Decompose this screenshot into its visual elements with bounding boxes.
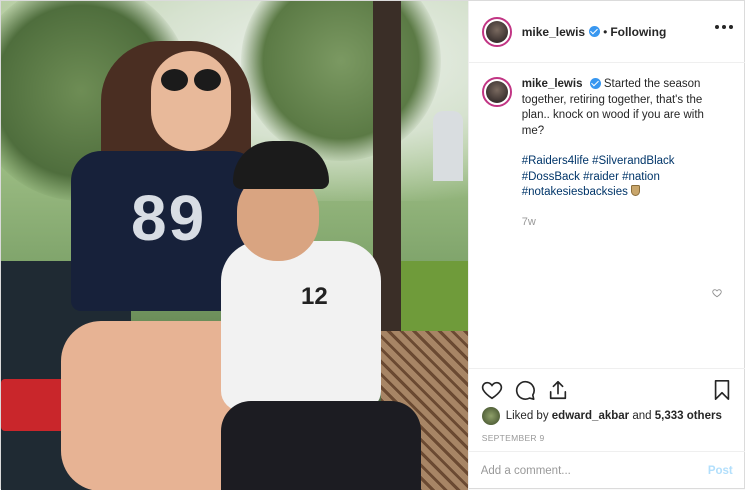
bookmark-icon[interactable] [711, 379, 733, 401]
post-comment-button[interactable]: Post [708, 465, 733, 477]
avatar[interactable] [481, 407, 500, 425]
photo-man-pants [221, 401, 421, 490]
hashtag-link[interactable]: #SilverandBlack [592, 155, 674, 167]
photo-red-bag [1, 379, 67, 431]
small-heart-icon[interactable] [712, 288, 722, 298]
photo-woman-face [151, 51, 231, 151]
comment-bar: Post [468, 451, 745, 490]
verified-badge-icon [589, 78, 601, 90]
shield-emoji-icon [630, 185, 640, 196]
photo-man-shirt [221, 241, 381, 411]
post-photo[interactable]: 89 12 [1, 1, 468, 490]
likes-summary: Liked by edward_akbar and 5,333 others [481, 407, 722, 425]
caption-username[interactable]: mike_lewis [522, 78, 583, 90]
avatar[interactable] [481, 16, 512, 47]
photo-sunglasses [161, 69, 223, 93]
more-options-icon[interactable] [714, 25, 733, 31]
post-header: mike_lewis • Following [468, 1, 745, 63]
liked-by-user-link[interactable]: edward_akbar [552, 410, 629, 422]
hashtag-link[interactable]: #raider [583, 171, 619, 183]
likes-count-link[interactable]: 5,333 others [655, 410, 722, 422]
share-icon[interactable] [547, 379, 569, 401]
hashtag-link[interactable]: #nation [622, 171, 660, 183]
hashtags: #Raiders4life #SilverandBlack #DossBack … [522, 154, 727, 201]
hashtag-link[interactable]: #notakesiesbacksies [522, 186, 628, 198]
separator: • [603, 24, 608, 39]
comment-icon[interactable] [514, 379, 536, 401]
caption: mike_lewis Started the season together, … [481, 77, 732, 230]
comment-input[interactable] [480, 465, 708, 477]
avatar[interactable] [481, 77, 512, 107]
caption-body: mike_lewis Started the season together, … [522, 77, 727, 230]
instagram-post: 89 12 mike_lewis • Following mike_lewis … [0, 0, 745, 490]
action-bar [468, 368, 745, 408]
heart-icon[interactable] [481, 379, 503, 401]
time-ago[interactable]: 7w [522, 215, 727, 231]
post-side-panel: mike_lewis • Following mike_lewis Starte… [467, 1, 745, 490]
following-button[interactable]: Following [610, 25, 666, 39]
likes-prefix: Liked by [505, 410, 549, 422]
jersey-number: 89 [131, 182, 207, 254]
verified-badge-icon [589, 26, 601, 37]
likes-conjunction: and [632, 410, 652, 422]
photo-building [433, 111, 463, 181]
hashtag-link[interactable]: #Raiders4life [522, 155, 589, 167]
hashtag-link[interactable]: #DossBack [522, 171, 580, 183]
jersey-number: 12 [301, 283, 328, 310]
post-date[interactable]: SEPTEMBER 9 [482, 433, 545, 443]
header-username[interactable]: mike_lewis [522, 25, 585, 39]
